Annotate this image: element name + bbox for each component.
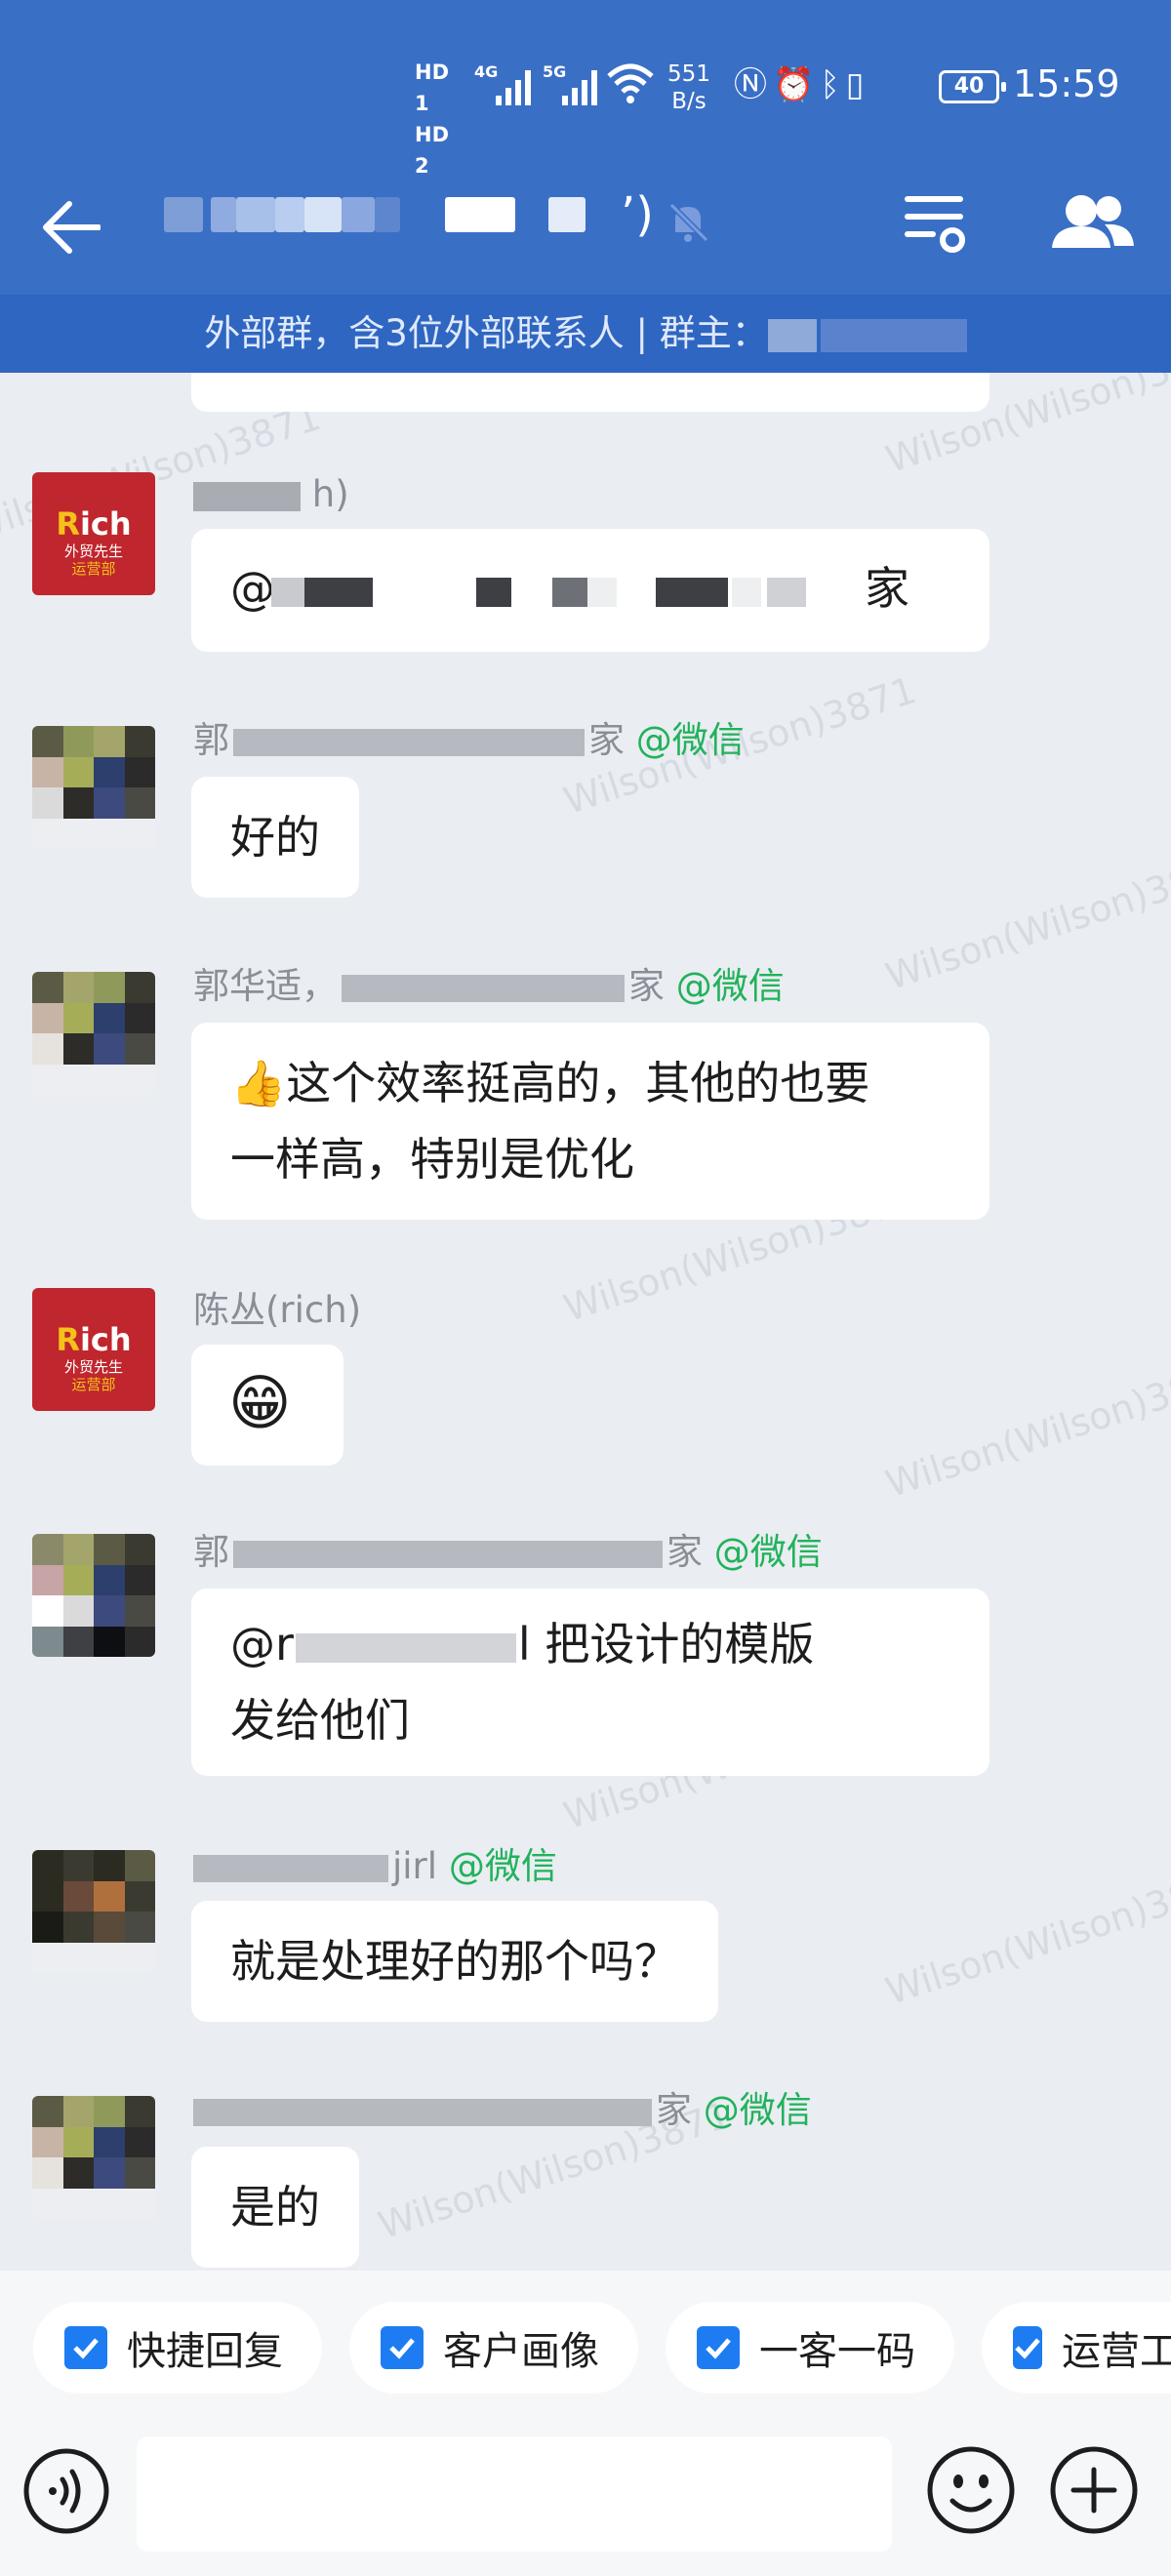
voice-icon xyxy=(23,2448,109,2534)
customer-profile-chip[interactable]: 客户画像 xyxy=(349,2302,638,2394)
wifi-icon xyxy=(605,60,656,105)
message-list[interactable]: Wilson(Wilson)3871 Wilson(Wilson)3871 Wi… xyxy=(0,373,1171,2271)
message-input[interactable] xyxy=(137,2436,892,2552)
wechat-tag: @微信 xyxy=(675,965,785,1007)
chat-header: ’) xyxy=(0,166,1171,295)
hd1-label: HD 1 xyxy=(415,60,450,115)
message-bubble[interactable]: 👍这个效率挺高的，其他的也要 一样高，特别是优化 xyxy=(191,1023,989,1220)
owner-name-redacted xyxy=(767,318,817,352)
alarm-icon: ⏰ xyxy=(773,65,821,104)
back-button[interactable] xyxy=(27,183,115,271)
status-bar: HD 1 HD 2 4G 5G 551 B/s Ⓝ⏰ᛒ▯ 40 15:59 xyxy=(0,0,1171,178)
sender-name: 郭家 @微信 xyxy=(193,719,745,761)
message-bubble[interactable]: 就是处理好的那个吗？ xyxy=(191,1901,718,2022)
people-icon xyxy=(1052,195,1134,248)
grin-emoji-icon: 😁 xyxy=(228,1367,292,1438)
battery-level: 40 xyxy=(953,74,985,99)
watermark: Wilson(Wilson)3871 xyxy=(880,1350,1171,1507)
message-text: 发给他们 xyxy=(230,1694,410,1747)
group-notice-text: 外部群，含3位外部联系人 | 群主： xyxy=(204,312,768,354)
avatar[interactable] xyxy=(32,726,155,849)
operations-chip[interactable]: 运营工 xyxy=(982,2302,1171,2394)
message-text: 就是处理好的那个吗？ xyxy=(230,1935,679,1988)
sender-name: jirl @微信 xyxy=(193,1842,557,1891)
message-bubble[interactable] xyxy=(191,373,989,412)
nfc-icon: Ⓝ xyxy=(734,65,773,104)
emoji-button[interactable] xyxy=(925,2444,1017,2536)
battery-icon: 40 xyxy=(939,70,1006,103)
message-text: l 把设计的模版 xyxy=(517,1618,815,1670)
check-icon xyxy=(381,2326,424,2369)
watermark: Wilson(Wilson)3871 xyxy=(880,1858,1171,2014)
group-notice-bar[interactable]: 外部群，含3位外部联系人 | 群主： xyxy=(0,295,1171,373)
thumbs-up-icon: 👍 xyxy=(230,1057,287,1109)
check-icon xyxy=(64,2326,107,2369)
avatar[interactable] xyxy=(32,2096,155,2219)
arrow-left-icon xyxy=(43,201,101,254)
list-settings-icon xyxy=(905,196,965,253)
title-suffix: ’) xyxy=(621,187,654,242)
mute-bell-icon xyxy=(664,197,712,246)
vibrate-icon: ▯ xyxy=(845,65,870,104)
one-code-chip[interactable]: 一客一码 xyxy=(666,2302,954,2394)
group-members-button[interactable] xyxy=(1044,183,1140,263)
smiley-icon xyxy=(927,2446,1015,2534)
check-icon xyxy=(1013,2326,1042,2369)
quick-reply-chip[interactable]: 快捷回复 xyxy=(33,2302,322,2394)
plus-icon xyxy=(1050,2446,1138,2534)
message-bubble[interactable]: @ 家 xyxy=(191,529,989,652)
sender-name: 郭家 @微信 xyxy=(193,1531,823,1573)
message-bubble[interactable]: @r l 把设计的模版 发给他们 xyxy=(191,1589,989,1776)
message-bubble[interactable]: 好的 xyxy=(191,777,359,898)
watermark: Wilson(Wilson)3871 xyxy=(880,843,1171,999)
check-icon xyxy=(697,2326,740,2369)
message-text: 是的 xyxy=(230,2181,320,2234)
avatar[interactable]: Rich 外贸先生 运营部 xyxy=(32,1288,155,1411)
sender-name: 郭华适，家 @微信 xyxy=(193,965,785,1007)
message-text: 好的 xyxy=(230,811,320,864)
message-bubble[interactable]: 😁 xyxy=(191,1345,343,1466)
more-button[interactable] xyxy=(1048,2444,1140,2536)
wechat-tag: @微信 xyxy=(635,719,745,761)
sender-name: h) xyxy=(193,470,349,519)
wechat-tag: @微信 xyxy=(448,1845,557,1887)
message-text: @ xyxy=(230,562,275,615)
avatar[interactable] xyxy=(32,1534,155,1657)
message-bubble[interactable]: 是的 xyxy=(191,2147,359,2268)
message-text: 一样高，特别是优化 xyxy=(230,1133,634,1186)
quick-actions-bar[interactable]: 快捷回复 客户画像 一客一码 运营工 xyxy=(0,2271,1171,2436)
clock: 15:59 xyxy=(1013,62,1120,105)
speed-value: 551 xyxy=(667,61,710,87)
wechat-tag: @微信 xyxy=(713,1531,823,1573)
bluetooth-icon: ᛒ xyxy=(820,65,846,104)
signal-5g-icon: 5G xyxy=(543,62,615,107)
hd-indicator: HD 1 HD 2 xyxy=(415,57,469,181)
chat-settings-button[interactable] xyxy=(898,181,978,262)
avatar[interactable] xyxy=(32,1850,155,1973)
avatar[interactable] xyxy=(32,972,155,1095)
voice-button[interactable] xyxy=(21,2446,111,2536)
sender-name: 家 @微信 xyxy=(193,2086,812,2135)
network-speed: 551 B/s xyxy=(660,60,718,115)
message-text: 这个效率挺高的，其他的也要 xyxy=(286,1057,870,1109)
input-bar xyxy=(0,2436,1171,2576)
wechat-tag: @微信 xyxy=(703,2089,812,2131)
sender-name: 陈丛(rich) xyxy=(193,1289,362,1331)
avatar[interactable]: Rich 外贸先生 运营部 xyxy=(32,472,155,595)
system-icons: Ⓝ⏰ᛒ▯ xyxy=(734,62,929,107)
signal-4g-icon: 4G xyxy=(474,62,546,107)
speed-unit: B/s xyxy=(671,89,707,114)
top-bar: HD 1 HD 2 4G 5G 551 B/s Ⓝ⏰ᛒ▯ 40 15:59 ’) xyxy=(0,0,1171,295)
